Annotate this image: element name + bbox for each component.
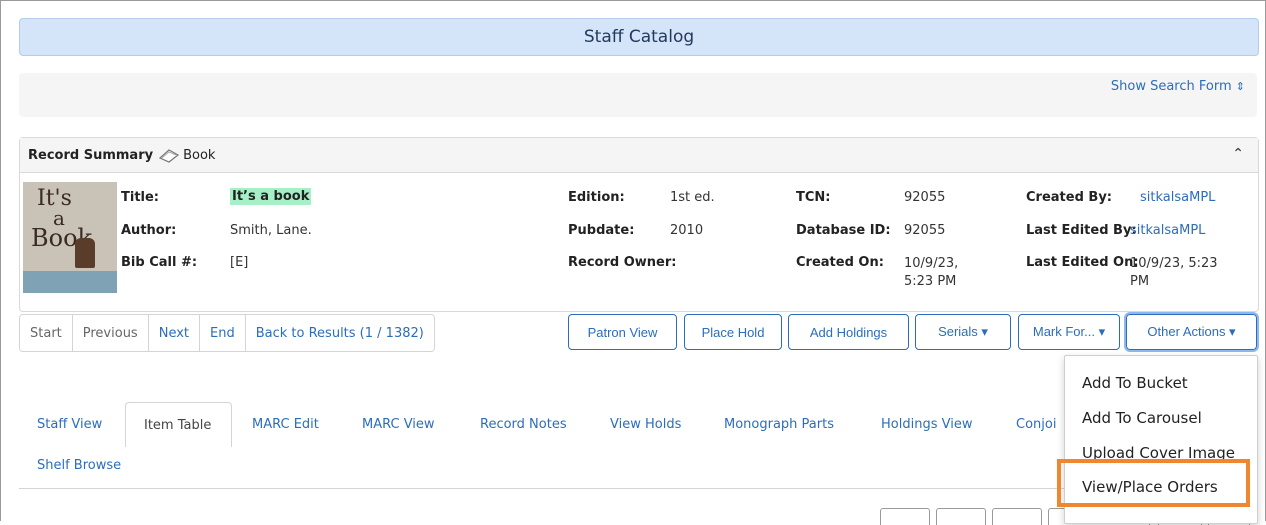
tab-monograph-parts[interactable]: Monograph Parts	[724, 402, 834, 447]
database-id-value: 92055	[904, 223, 946, 238]
record-tabs: Staff View Item Table MARC Edit MARC Vie…	[19, 402, 1119, 447]
record-owner-label: Record Owner:	[568, 255, 677, 270]
book-icon	[159, 149, 180, 163]
mark-for-dropdown-button[interactable]: Mark For... ▾	[1018, 314, 1120, 350]
cover-band	[23, 271, 117, 293]
title-value: It’s a book	[230, 188, 312, 205]
back-to-results-button[interactable]: Back to Results (1 / 1382)	[245, 315, 434, 351]
other-actions-dropdown-button[interactable]: Other Actions ▾	[1124, 312, 1259, 352]
menu-item-add-to-carousel[interactable]: Add To Carousel	[1082, 409, 1202, 427]
patron-view-button[interactable]: Patron View	[568, 314, 677, 350]
record-navigation: Start Previous Next End Back to Results …	[19, 314, 435, 352]
edition-value: 1st ed.	[670, 190, 715, 205]
tab-conjoined[interactable]: Conjoi	[1016, 402, 1056, 447]
collapse-chevron-icon[interactable]: ⌃	[1232, 146, 1244, 162]
pubdate-value: 2010	[670, 223, 704, 238]
add-holdings-button[interactable]: Add Holdings	[788, 314, 909, 350]
tab-marc-edit[interactable]: MARC Edit	[252, 402, 319, 447]
author-value: Smith, Lane.	[230, 223, 312, 238]
highlight-box	[1057, 459, 1250, 507]
tab-item-table[interactable]: Item Table	[125, 402, 232, 447]
page-title-bar: Staff Catalog	[19, 18, 1259, 56]
created-by-link[interactable]: sitkalsaMPL	[1140, 190, 1215, 205]
book-cover-image: It's a Book	[23, 182, 117, 293]
database-id-label: Database ID:	[796, 223, 891, 238]
tab-shelf-browse[interactable]: Shelf Browse	[37, 458, 121, 473]
record-summary-title: Record Summary	[28, 147, 154, 163]
tab-staff-view[interactable]: Staff View	[37, 402, 102, 447]
end-button[interactable]: End	[200, 315, 246, 351]
grid-button-1[interactable]	[880, 508, 930, 525]
created-by-label: Created By:	[1026, 190, 1112, 205]
last-edited-by-label: Last Edited By:	[1026, 223, 1137, 238]
title-match-highlight: It’s a book	[230, 188, 312, 205]
tab-marc-view[interactable]: MARC View	[362, 402, 435, 447]
record-summary: Record Summary Book ⌃ It's a Book Title:…	[19, 137, 1259, 312]
show-search-form-link[interactable]: Show Search Form ⇕	[1111, 79, 1245, 94]
tab-holdings-view[interactable]: Holdings View	[881, 402, 972, 447]
page-title: Staff Catalog	[583, 27, 695, 47]
start-button[interactable]: Start	[20, 315, 73, 351]
bib-call-label: Bib Call #:	[121, 255, 198, 270]
record-summary-header: Record Summary Book ⌃	[20, 138, 1258, 173]
grid-button-2[interactable]	[936, 508, 986, 525]
place-hold-button[interactable]: Place Hold	[684, 314, 782, 350]
search-panel: Show Search Form ⇕	[19, 73, 1257, 117]
show-search-form-label: Show Search Form	[1110, 79, 1232, 94]
created-on-value: 10/9/23, 5:23 PM	[904, 256, 959, 289]
grid-button-3[interactable]	[992, 508, 1042, 525]
tab-view-holds[interactable]: View Holds	[610, 402, 681, 447]
title-label: Title:	[121, 190, 160, 205]
serials-dropdown-button[interactable]: Serials ▾	[915, 314, 1011, 350]
bib-call-value: [E]	[230, 255, 249, 270]
sort-toggle-icon: ⇕	[1235, 80, 1245, 93]
tcn-value: 92055	[904, 190, 946, 205]
record-format: Book	[183, 147, 216, 163]
last-edited-on-value: 10/9/23, 5:23 PM	[1130, 256, 1218, 289]
last-edited-on-label: Last Edited On:	[1026, 255, 1139, 270]
menu-item-add-to-bucket[interactable]: Add To Bucket	[1082, 374, 1188, 392]
next-button[interactable]: Next	[148, 315, 201, 351]
edition-label: Edition:	[568, 190, 625, 205]
author-label: Author:	[121, 223, 177, 238]
tab-record-notes[interactable]: Record Notes	[480, 402, 567, 447]
previous-button[interactable]: Previous	[72, 315, 149, 351]
created-on-label: Created On:	[796, 255, 884, 270]
pubdate-label: Pubdate:	[568, 223, 635, 238]
last-edited-by-link[interactable]: sitkalsaMPL	[1130, 223, 1205, 238]
cover-figure	[75, 238, 95, 268]
tcn-label: TCN:	[796, 190, 831, 205]
